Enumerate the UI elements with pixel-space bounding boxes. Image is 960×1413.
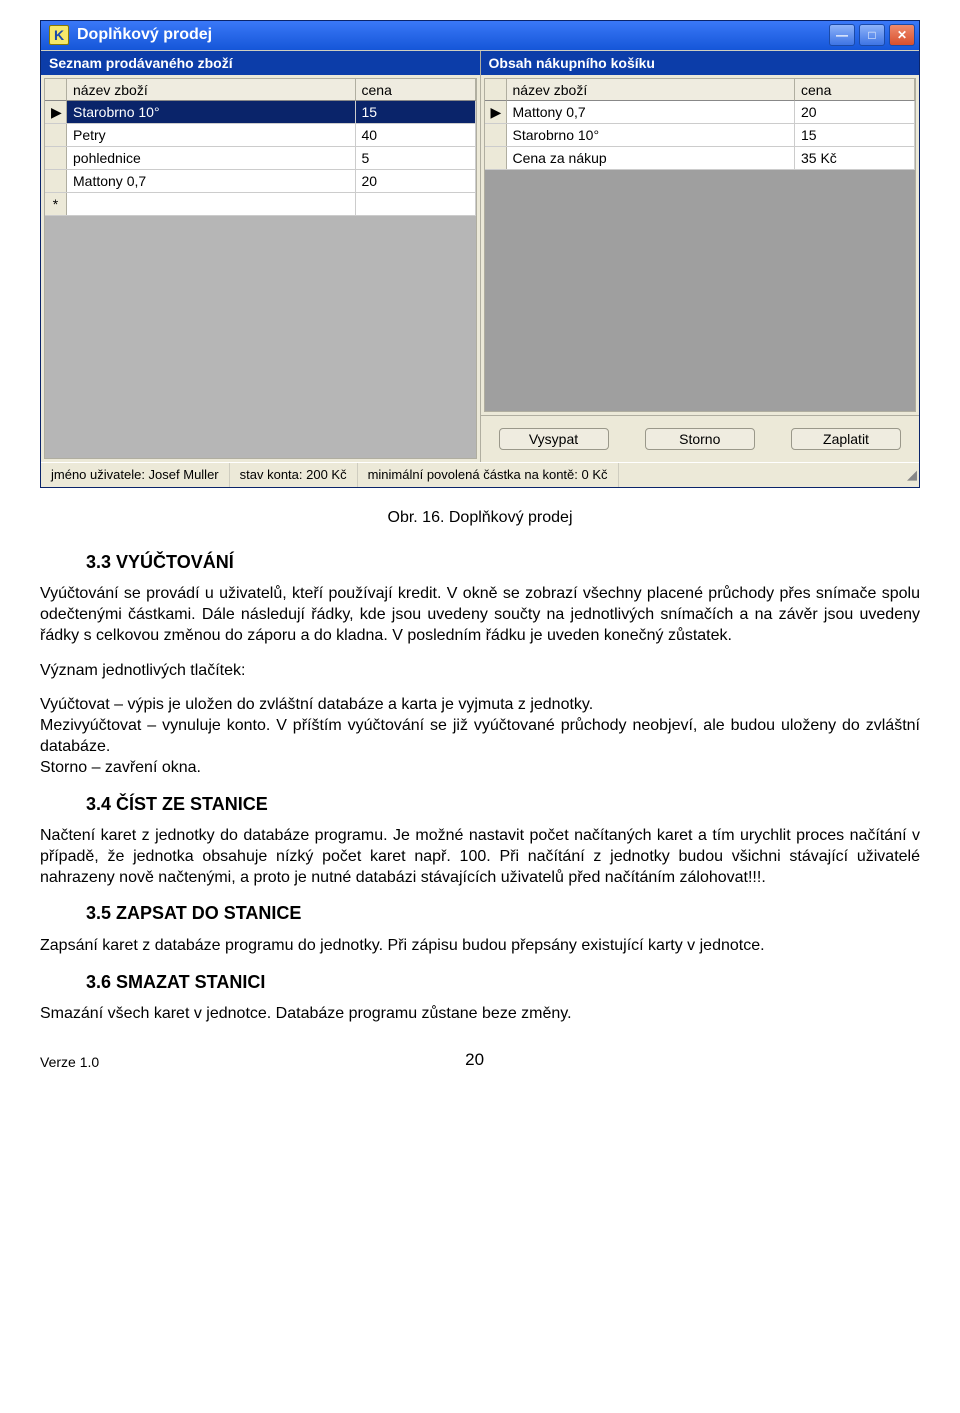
heading-3-3: 3.3 VYÚČTOVÁNÍ: [40, 551, 920, 574]
body-text: Význam jednotlivých tlačítek:: [40, 661, 920, 682]
basket-grid[interactable]: název zboží cena ▶ Mattony 0,7 20 Starob…: [484, 78, 917, 412]
table-row[interactable]: ▶ Starobrno 10° 15: [45, 101, 476, 124]
row-indicator-icon: [45, 147, 67, 169]
body-text: Mezivyúčtovat – vynuluje konto. V příští…: [40, 716, 920, 758]
cell-price: 35 Kč: [795, 147, 915, 169]
cell-price: 5: [356, 147, 476, 169]
table-row[interactable]: ▶ Mattony 0,7 20: [485, 101, 916, 124]
heading-3-5: 3.5 ZAPSAT DO STANICE: [40, 902, 920, 925]
products-grid[interactable]: název zboží cena ▶ Starobrno 10° 15 Petr…: [44, 78, 477, 459]
col-price[interactable]: cena: [356, 79, 476, 101]
heading-3-6: 3.6 SMAZAT STANICI: [40, 971, 920, 994]
titlebar[interactable]: K Doplňkový prodej — □ ✕: [41, 21, 919, 50]
status-balance: stav konta: 200 Kč: [230, 463, 358, 487]
table-row[interactable]: Petry 40: [45, 124, 476, 147]
row-indicator-icon: ▶: [485, 101, 507, 123]
table-row-new[interactable]: *: [45, 193, 476, 216]
table-row[interactable]: Mattony 0,7 20: [45, 170, 476, 193]
version-label: Verze 1.0: [40, 1053, 99, 1071]
body-text: Storno – zavření okna.: [40, 758, 920, 779]
table-row[interactable]: Cena za nákup 35 Kč: [485, 147, 916, 170]
col-price[interactable]: cena: [795, 79, 915, 101]
maximize-button[interactable]: □: [859, 24, 885, 46]
heading-3-4: 3.4 ČÍST ZE STANICE: [40, 793, 920, 816]
cell-name: Starobrno 10°: [67, 101, 356, 123]
col-name[interactable]: název zboží: [507, 79, 796, 101]
pay-button[interactable]: Zaplatit: [791, 428, 901, 450]
window-title: Doplňkový prodej: [77, 26, 212, 44]
basket-buttons: Vysypat Storno Zaplatit: [481, 415, 920, 462]
left-pane-title: Seznam prodávaného zboží: [41, 51, 480, 75]
body-text: Smazání všech karet v jednotce. Databáze…: [40, 1004, 920, 1025]
close-button[interactable]: ✕: [889, 24, 915, 46]
row-indicator-icon: [45, 170, 67, 192]
row-indicator-icon: [485, 147, 507, 169]
cancel-button[interactable]: Storno: [645, 428, 755, 450]
cell-name: Petry: [67, 124, 356, 146]
app-icon: K: [49, 25, 69, 45]
cell-name: Cena za nákup: [507, 147, 796, 169]
body-text: Vyúčtování se provádí u uživatelů, kteří…: [40, 584, 920, 646]
app-window: K Doplňkový prodej — □ ✕ Seznam prodávan…: [40, 20, 920, 488]
cell-price: [356, 193, 476, 215]
new-row-icon: *: [45, 193, 67, 215]
figure-caption: Obr. 16. Doplňkový prodej: [40, 508, 920, 529]
pane-basket: Obsah nákupního košíku název zboží cena …: [481, 51, 920, 462]
cell-price: 20: [356, 170, 476, 192]
status-min: minimální povolená částka na kontě: 0 Kč: [358, 463, 619, 487]
body-text: Zapsání karet z databáze programu do jed…: [40, 936, 920, 957]
body-text: Vyúčtovat – výpis je uložen do zvláštní …: [40, 696, 593, 713]
table-row[interactable]: Starobrno 10° 15: [485, 124, 916, 147]
minimize-button[interactable]: —: [829, 24, 855, 46]
col-name[interactable]: název zboží: [67, 79, 356, 101]
statusbar: jméno uživatele: Josef Muller stav konta…: [41, 462, 919, 487]
status-user: jméno uživatele: Josef Muller: [41, 463, 230, 487]
pane-products: Seznam prodávaného zboží název zboží cen…: [41, 51, 481, 462]
body-text: Načtení karet z jednotky do databáze pro…: [40, 826, 920, 888]
table-row[interactable]: pohlednice 5: [45, 147, 476, 170]
dump-button[interactable]: Vysypat: [499, 428, 609, 450]
cell-name: Mattony 0,7: [507, 101, 796, 123]
page-number: 20: [99, 1049, 850, 1071]
cell-name: Starobrno 10°: [507, 124, 796, 146]
right-pane-title: Obsah nákupního košíku: [481, 51, 920, 75]
cell-name: Mattony 0,7: [67, 170, 356, 192]
cell-name: [67, 193, 356, 215]
cell-price: 15: [795, 124, 915, 146]
row-indicator-header: [45, 79, 67, 101]
row-indicator-icon: [45, 124, 67, 146]
row-indicator-header: [485, 79, 507, 101]
row-indicator-icon: [485, 124, 507, 146]
row-indicator-icon: ▶: [45, 101, 67, 123]
cell-price: 20: [795, 101, 915, 123]
cell-name: pohlednice: [67, 147, 356, 169]
cell-price: 40: [356, 124, 476, 146]
body-text: Vyúčtovat – výpis je uložen do zvláštní …: [40, 695, 920, 716]
cell-price: 15: [356, 101, 476, 123]
resize-grip-icon[interactable]: ◢: [905, 463, 919, 487]
